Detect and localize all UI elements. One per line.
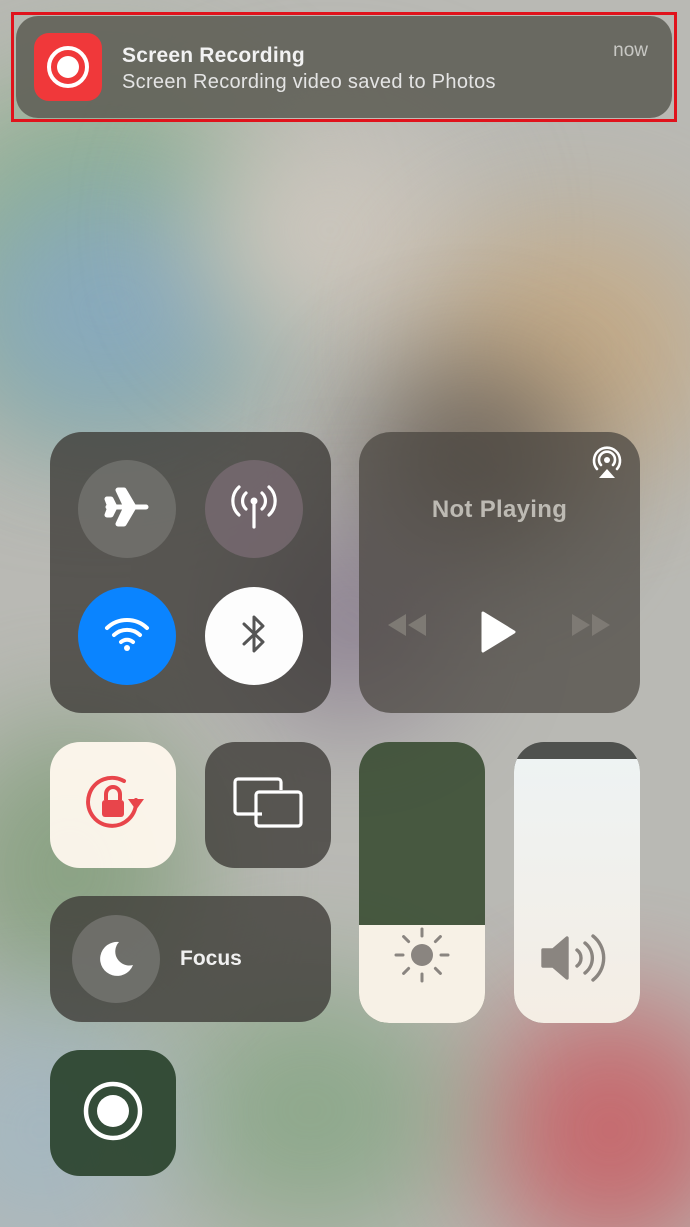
screen-recording-icon bbox=[34, 33, 102, 101]
notification-body: Screen Recording video saved to Photos bbox=[122, 71, 496, 93]
airplane-icon bbox=[104, 484, 150, 535]
notification-time: now bbox=[613, 40, 648, 61]
airplane-mode-toggle[interactable] bbox=[78, 460, 176, 558]
focus-label: Focus bbox=[180, 947, 242, 970]
volume-slider[interactable] bbox=[514, 742, 640, 1023]
wifi-icon bbox=[103, 614, 151, 659]
connectivity-module bbox=[50, 432, 331, 713]
speaker-icon bbox=[514, 931, 640, 985]
bluetooth-toggle[interactable] bbox=[205, 587, 303, 685]
now-playing-module[interactable]: Not Playing bbox=[359, 432, 640, 713]
brightness-slider[interactable] bbox=[359, 742, 485, 1023]
fast-forward-icon[interactable] bbox=[569, 612, 613, 643]
focus-button[interactable]: Focus bbox=[50, 896, 331, 1022]
rewind-icon[interactable] bbox=[385, 612, 429, 643]
screen-mirroring-icon bbox=[232, 776, 304, 835]
now-playing-status: Not Playing bbox=[431, 496, 568, 523]
screen-recording-button[interactable] bbox=[50, 1050, 176, 1176]
screen-recording-notification[interactable]: Screen Recording Screen Recording video … bbox=[16, 16, 672, 118]
record-icon bbox=[81, 1079, 145, 1148]
sun-icon bbox=[359, 925, 485, 985]
bluetooth-icon bbox=[237, 611, 271, 662]
notification-title: Screen Recording bbox=[122, 44, 305, 67]
antenna-icon bbox=[228, 481, 280, 538]
screen-mirroring-button[interactable] bbox=[205, 742, 331, 868]
orientation-lock-toggle[interactable] bbox=[50, 742, 176, 868]
play-icon[interactable] bbox=[477, 610, 517, 659]
cellular-data-toggle[interactable] bbox=[205, 460, 303, 558]
moon-icon bbox=[72, 915, 160, 1003]
wifi-toggle[interactable] bbox=[78, 587, 176, 685]
airplay-audio-icon[interactable] bbox=[590, 446, 624, 485]
orientation-lock-icon bbox=[78, 768, 148, 843]
